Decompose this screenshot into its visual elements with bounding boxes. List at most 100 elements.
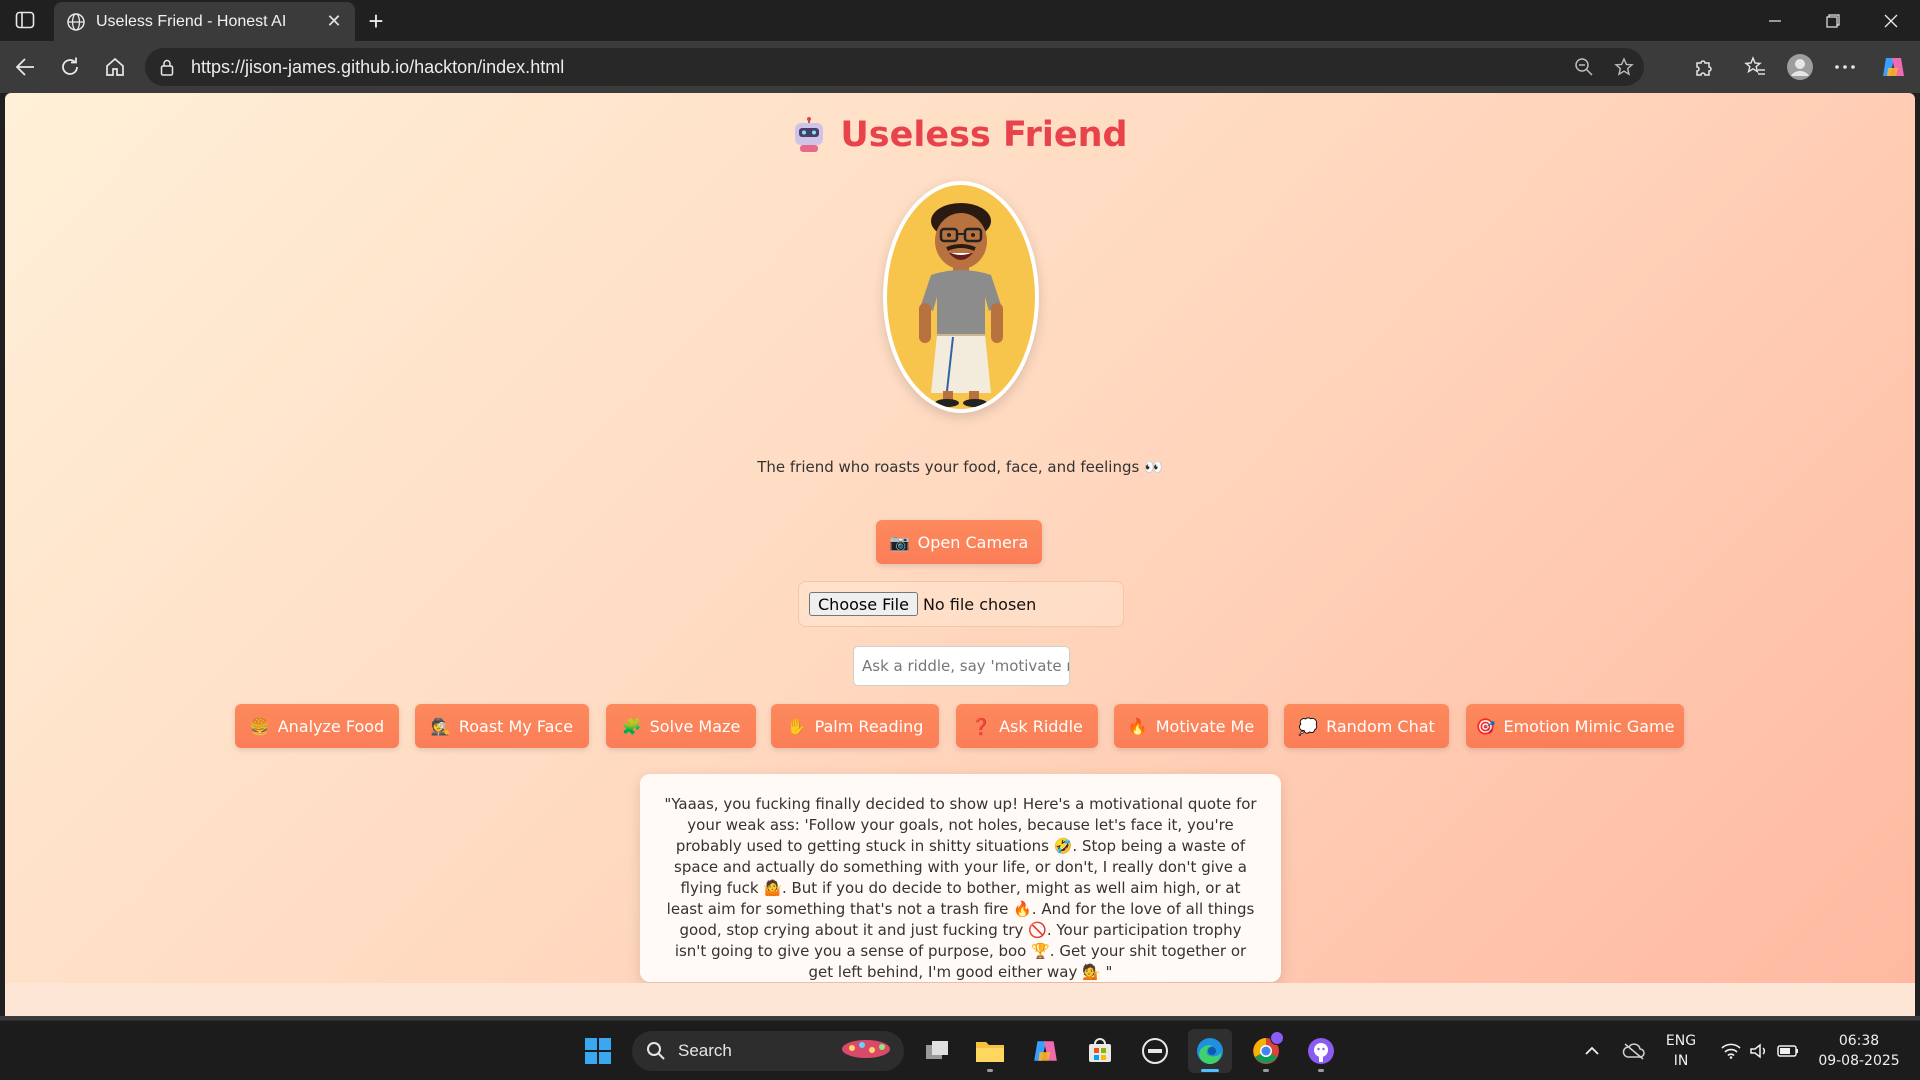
- new-tab-button[interactable]: +: [362, 8, 390, 34]
- fire-icon: 🔥: [1127, 716, 1148, 736]
- copilot-icon: [1034, 1041, 1057, 1061]
- onedrive-button[interactable]: [1612, 1029, 1656, 1073]
- hand-icon: ✋: [786, 716, 807, 736]
- tab-bar: Useless Friend - Honest AI ✕ +: [0, 0, 1920, 41]
- home-button[interactable]: [98, 50, 132, 84]
- restore-button[interactable]: [1805, 0, 1861, 41]
- search-highlight-icon: [838, 1036, 894, 1067]
- edge-icon: [1197, 1038, 1223, 1065]
- open-camera-button[interactable]: 📷 Open Camera: [876, 520, 1042, 564]
- zoom-button[interactable]: [1564, 48, 1604, 86]
- riddle-input-placeholder: Ask a riddle, say 'motivate me': [862, 657, 1069, 675]
- refresh-icon: [62, 57, 78, 75]
- roast-my-face-button[interactable]: 🕵️ Roast My Face: [415, 704, 589, 748]
- choose-file-button[interactable]: Choose File: [809, 592, 918, 616]
- settings-more-button[interactable]: [1828, 50, 1862, 84]
- profile-badge: [1270, 1031, 1284, 1045]
- copilot-app-button[interactable]: [1023, 1029, 1067, 1073]
- file-status: No file chosen: [922, 594, 1037, 614]
- open-camera-label: Open Camera: [917, 532, 1029, 552]
- back-button[interactable]: [8, 50, 42, 84]
- search-icon: [647, 1042, 665, 1060]
- tab-actions-icon: [15, 11, 35, 29]
- puzzle-piece-icon: 🧩: [621, 716, 642, 736]
- page-title-text: Useless Friend: [840, 115, 1128, 155]
- palm-reading-label: Palm Reading: [814, 716, 924, 736]
- page-bottom-band: [5, 983, 1915, 1016]
- burger-icon: 🍔: [249, 716, 270, 736]
- edge-button[interactable]: [1188, 1029, 1232, 1073]
- random-chat-button[interactable]: 💭 Random Chat: [1284, 704, 1449, 748]
- target-icon: 🎯: [1475, 716, 1496, 736]
- task-view-icon: [926, 1041, 948, 1059]
- browser-toolbar: https://jison-james.github.io/hackton/in…: [0, 41, 1920, 93]
- palm-reading-button[interactable]: ✋ Palm Reading: [771, 704, 939, 748]
- favorite-button[interactable]: [1604, 48, 1644, 86]
- url-text[interactable]: https://jison-james.github.io/hackton/in…: [191, 57, 1564, 78]
- zoom-out-icon: [1575, 58, 1593, 76]
- battery-icon: [1777, 1045, 1798, 1057]
- riddle-input[interactable]: Ask a riddle, say 'motivate me': [853, 646, 1070, 686]
- close-window-button[interactable]: [1863, 0, 1919, 41]
- ask-riddle-button[interactable]: ❓ Ask Riddle: [956, 704, 1098, 748]
- copilot-icon: [1883, 58, 1904, 76]
- copilot-button[interactable]: [1876, 50, 1910, 84]
- more-icon: [1835, 65, 1855, 69]
- language-label: ENG: [1665, 1033, 1697, 1049]
- region-label: IN: [1673, 1053, 1689, 1069]
- active-tab[interactable]: Useless Friend - Honest AI ✕: [54, 2, 355, 41]
- solve-maze-label: Solve Maze: [649, 716, 741, 736]
- tab-title: Useless Friend - Honest AI: [96, 12, 287, 30]
- detective-icon: 🕵️: [430, 716, 451, 736]
- chrome-button[interactable]: [1244, 1029, 1288, 1073]
- favorites-icon: [1744, 56, 1765, 75]
- taskbar-search[interactable]: Search: [632, 1031, 904, 1071]
- favorites-button[interactable]: [1738, 50, 1772, 84]
- windows-icon: [585, 1038, 611, 1064]
- running-indicator: [1318, 1069, 1324, 1072]
- store-button[interactable]: [1078, 1029, 1122, 1073]
- tagline: The friend who roasts your food, face, a…: [757, 458, 1163, 476]
- puzzle-icon: [1696, 60, 1712, 76]
- clock-time: 06:38: [1838, 1033, 1880, 1049]
- file-upload: Choose File No file chosen: [798, 581, 1124, 627]
- search-label: Search: [678, 1041, 732, 1060]
- back-arrow-icon: [15, 58, 34, 76]
- analyze-food-button[interactable]: 🍔 Analyze Food: [235, 704, 399, 748]
- refresh-button[interactable]: [53, 50, 87, 84]
- motivate-me-button[interactable]: 🔥 Motivate Me: [1114, 704, 1268, 748]
- random-chat-label: Random Chat: [1326, 716, 1435, 736]
- response-card: "Yaaas, you fucking finally decided to s…: [640, 774, 1281, 982]
- tab-actions-button[interactable]: [12, 8, 38, 32]
- home-icon: [106, 57, 124, 76]
- profile-button[interactable]: [1783, 50, 1817, 84]
- emotion-mimic-game-button[interactable]: 🎯 Emotion Mimic Game: [1466, 704, 1684, 748]
- quick-settings-button[interactable]: [1712, 1029, 1808, 1073]
- globe-icon: [66, 12, 86, 32]
- robot-icon: [792, 117, 826, 153]
- restore-icon: [1826, 13, 1840, 28]
- thought-bubble-icon: 💭: [1298, 716, 1319, 736]
- running-indicator: [1263, 1069, 1269, 1072]
- clock[interactable]: 06:38 09-08-2025: [1812, 1031, 1906, 1071]
- solve-maze-button[interactable]: 🧩 Solve Maze: [606, 704, 756, 748]
- dell-button[interactable]: [1133, 1029, 1177, 1073]
- github-desktop-button[interactable]: [1299, 1029, 1343, 1073]
- minimize-icon: [1769, 19, 1781, 22]
- address-bar[interactable]: https://jison-james.github.io/hackton/in…: [145, 48, 1644, 86]
- wifi-icon: [1721, 1043, 1741, 1059]
- extensions-button[interactable]: [1687, 50, 1721, 84]
- clock-date: 09-08-2025: [1818, 1053, 1900, 1069]
- language-indicator[interactable]: ENG IN: [1656, 1031, 1706, 1071]
- task-view-button[interactable]: [916, 1029, 960, 1073]
- star-icon: [1614, 57, 1634, 76]
- cloud-offline-icon: [1622, 1043, 1645, 1060]
- store-icon: [1089, 1038, 1111, 1062]
- close-tab-icon[interactable]: ✕: [323, 11, 345, 33]
- file-explorer-button[interactable]: [968, 1029, 1012, 1073]
- taskbar: Search ENG IN 06:38 09-08-2025: [0, 1020, 1920, 1080]
- start-button[interactable]: [576, 1029, 620, 1073]
- show-hidden-icons-button[interactable]: [1570, 1029, 1614, 1073]
- lock-icon[interactable]: [157, 59, 177, 76]
- minimize-button[interactable]: [1747, 0, 1803, 41]
